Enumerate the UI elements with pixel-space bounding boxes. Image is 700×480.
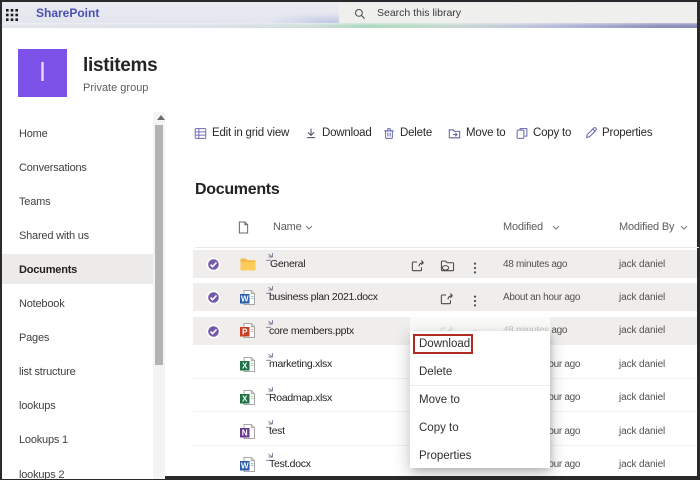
svg-text:X: X: [242, 394, 248, 403]
svg-text:W: W: [241, 461, 249, 470]
svg-text:N: N: [242, 428, 248, 437]
svg-text:P: P: [242, 327, 248, 336]
svg-text:X: X: [242, 361, 248, 370]
svg-text:W: W: [241, 294, 249, 303]
